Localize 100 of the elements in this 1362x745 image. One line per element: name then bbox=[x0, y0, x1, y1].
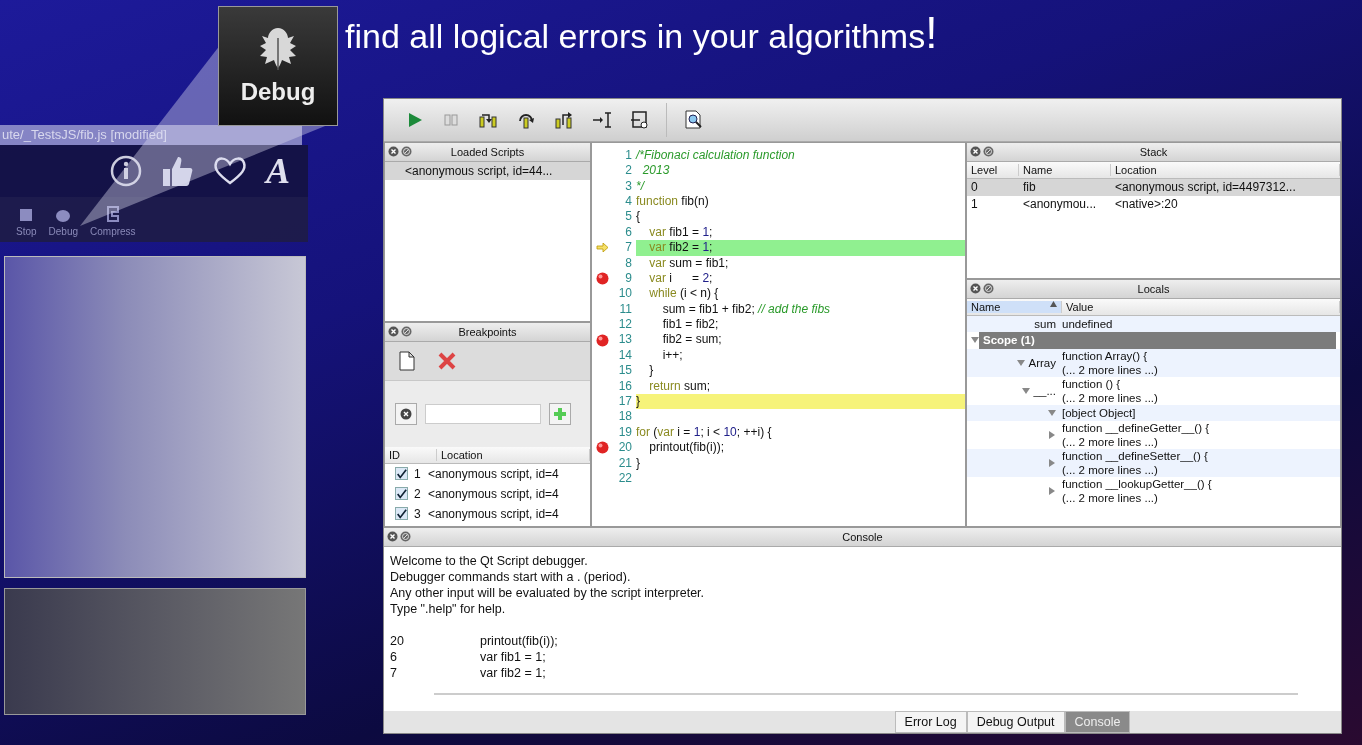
toolbar-button[interactable]: Compress bbox=[88, 204, 138, 239]
stop-icon bbox=[19, 208, 34, 222]
panel-title: Console bbox=[842, 531, 883, 543]
collapsed-arrow-icon[interactable] bbox=[1048, 458, 1056, 467]
variable-value: (... 2 more lines ...) bbox=[1062, 490, 1159, 505]
close-icon[interactable] bbox=[388, 145, 399, 157]
code-line: fib1 = fib2; bbox=[661, 317, 720, 333]
float-icon[interactable] bbox=[400, 531, 411, 542]
line-number: 4 bbox=[624, 193, 633, 210]
variable-name: sum bbox=[1034, 316, 1056, 331]
float-icon[interactable] bbox=[401, 325, 412, 337]
line-number: 14 bbox=[617, 347, 633, 364]
variable-name: __... bbox=[1033, 383, 1056, 398]
code-line: var fib1 = 1; bbox=[648, 224, 714, 241]
column-header[interactable]: Name bbox=[967, 300, 1062, 313]
code-line: var sum = fib1; bbox=[648, 255, 730, 271]
thumbs-up-icon[interactable] bbox=[160, 154, 194, 188]
font-button[interactable]: A bbox=[266, 150, 290, 192]
breakpoint-icon[interactable] bbox=[595, 441, 609, 455]
line-number: 3 bbox=[624, 178, 633, 194]
expanded-arrow-icon[interactable] bbox=[1016, 358, 1025, 367]
table-cell-text: 1 bbox=[414, 466, 422, 481]
column-header[interactable]: Location bbox=[437, 448, 590, 461]
tab[interactable]: Error Log bbox=[894, 711, 967, 733]
panel-title: Stack bbox=[1139, 145, 1168, 158]
close-icon[interactable] bbox=[387, 531, 398, 542]
bug-icon bbox=[55, 208, 72, 222]
float-icon[interactable] bbox=[983, 145, 994, 157]
close-icon[interactable] bbox=[970, 145, 981, 157]
window-title: ute/_TestsJS/fib.js [modified] bbox=[0, 125, 302, 145]
line-number: 10 bbox=[617, 286, 633, 302]
stack-row[interactable]: 1 <anonymou... <native>:20 bbox=[967, 195, 1340, 213]
plus-icon bbox=[553, 406, 567, 421]
console-message: Type ".help" for help. bbox=[390, 601, 507, 617]
line-number: 8 bbox=[624, 255, 633, 271]
column-header[interactable]: Level bbox=[967, 163, 1019, 176]
code-line: } bbox=[648, 363, 655, 379]
clear-button[interactable] bbox=[395, 402, 417, 425]
breakpoint-icon[interactable] bbox=[595, 333, 609, 347]
code-text: var fib2 = 1; bbox=[480, 665, 546, 681]
new-document-icon[interactable] bbox=[397, 348, 417, 373]
variable-value: function __defineGetter__() { bbox=[1062, 420, 1211, 435]
line-number: 16 bbox=[617, 378, 633, 395]
console-message: Welcome to the Qt Script debugger. bbox=[390, 553, 589, 569]
checkbox[interactable] bbox=[395, 487, 408, 501]
code-line: 2013 bbox=[641, 163, 671, 179]
table-cell-text: 3 bbox=[414, 506, 422, 521]
expanded-arrow-icon[interactable] bbox=[1021, 386, 1030, 395]
info-icon[interactable] bbox=[110, 155, 142, 187]
checkbox[interactable] bbox=[395, 507, 408, 521]
panel-title: Breakpoints bbox=[458, 325, 517, 338]
code-line: i++; bbox=[661, 347, 684, 364]
expanded-arrow-icon[interactable] bbox=[1048, 408, 1056, 417]
code-line: fib2 = sum; bbox=[661, 332, 723, 348]
variable-value: function __defineSetter__() { bbox=[1062, 448, 1209, 463]
close-icon[interactable] bbox=[388, 325, 399, 337]
close-icon[interactable] bbox=[970, 282, 981, 294]
line-number: 20 bbox=[390, 633, 405, 649]
float-icon[interactable] bbox=[401, 145, 412, 157]
console-message: Debugger commands start with a . (period). bbox=[390, 569, 632, 585]
heart-icon[interactable] bbox=[212, 156, 248, 186]
line-number: 5 bbox=[624, 209, 633, 225]
toolbar-button[interactable]: Debug bbox=[46, 206, 81, 239]
code-line: printout(fib(i)); bbox=[648, 440, 726, 456]
code-line: return sum; bbox=[648, 378, 712, 395]
collapsed-arrow-icon[interactable] bbox=[1048, 486, 1056, 495]
variable-value: function Array() { bbox=[1062, 348, 1148, 363]
tab[interactable]: Debug Output bbox=[966, 711, 1065, 733]
column-header[interactable]: ID bbox=[385, 448, 437, 461]
code-line: /*Fibonaci calculation function bbox=[636, 147, 796, 164]
collapsed-arrow-icon[interactable] bbox=[1048, 430, 1056, 439]
line-number: 20 bbox=[617, 440, 633, 456]
close-icon bbox=[400, 407, 412, 420]
line-number: 21 bbox=[617, 455, 633, 471]
line-number: 2 bbox=[624, 163, 633, 179]
line-number: 15 bbox=[617, 363, 633, 379]
breakpoint-icon[interactable] bbox=[595, 272, 609, 286]
variable-name: Array bbox=[1028, 355, 1056, 370]
toolbar-button[interactable]: Stop bbox=[14, 206, 39, 239]
breakpoint-input[interactable] bbox=[425, 403, 541, 424]
panel-title: Locals bbox=[1137, 282, 1170, 295]
variable-value: (... 2 more lines ...) bbox=[1062, 362, 1159, 377]
panel-title: Loaded Scripts bbox=[450, 145, 525, 158]
variable-value: (... 2 more lines ...) bbox=[1062, 434, 1159, 449]
line-number: 9 bbox=[624, 270, 633, 287]
line-number: 13 bbox=[617, 332, 633, 348]
checkbox[interactable] bbox=[395, 467, 408, 481]
variable-value: [object Object] bbox=[1062, 405, 1137, 420]
column-header[interactable]: Value bbox=[1062, 300, 1340, 313]
variable-value: function __lookupGetter__() { bbox=[1062, 476, 1213, 491]
table-cell: <anonymous script, id=4 bbox=[428, 506, 559, 521]
line-number: 19 bbox=[617, 424, 633, 441]
callout-label: Debug bbox=[240, 78, 316, 106]
column-header[interactable]: Location bbox=[1111, 163, 1340, 176]
code-line: { bbox=[636, 209, 641, 225]
table-cell: <anonymous script, id=4 bbox=[428, 486, 559, 501]
line-number: 6 bbox=[390, 649, 398, 665]
float-icon[interactable] bbox=[983, 282, 994, 294]
expanded-arrow-icon[interactable] bbox=[971, 336, 979, 345]
column-header[interactable]: Name bbox=[1019, 163, 1111, 176]
